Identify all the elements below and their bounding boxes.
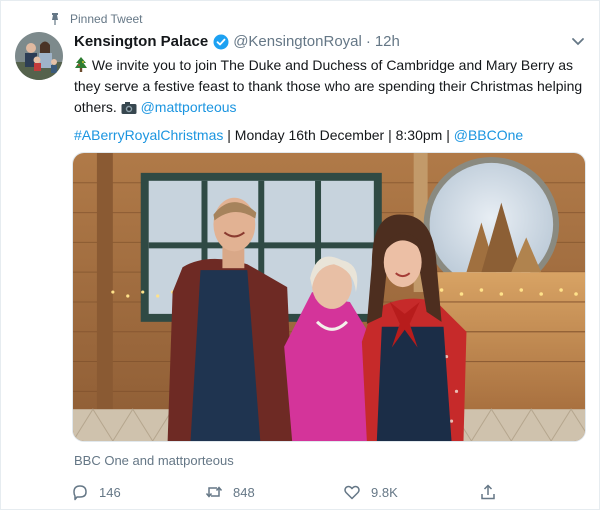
mention-link[interactable]: @mattporteous [141,99,237,115]
share-icon [481,484,495,500]
account-handle[interactable]: @KensingtonRoyal [233,33,362,50]
tweet-text: We invite you to join The Duke and Duche… [74,55,584,118]
tweet-card[interactable]: Pinned Tweet Kensington Palace @Kensingt… [0,0,600,510]
tree-emoji-icon [75,57,87,72]
retweet-button[interactable]: 848 [205,483,255,501]
like-count: 9.8K [371,484,398,500]
pinned-indicator: Pinned Tweet [50,12,143,26]
tweet-photo[interactable] [72,152,586,442]
channel-mention-link[interactable]: @BBCOne [454,127,523,143]
pinned-label: Pinned Tweet [70,12,143,26]
pin-icon [52,13,58,25]
share-button[interactable] [479,483,497,501]
verified-icon [213,34,229,49]
tweet-actions: 146 848 9.8K [71,483,501,503]
media-credit[interactable]: BBC One and mattporteous [74,453,234,468]
account-name[interactable]: Kensington Palace [74,33,208,50]
tweet-header: Kensington Palace @KensingtonRoyal · 12h [74,33,400,50]
camera-emoji-icon [121,102,137,114]
retweet-icon [205,486,223,498]
reply-icon [73,485,87,501]
separator-dot: · [365,33,371,50]
tweet-timestamp[interactable]: 12h [375,33,400,50]
tweet-hashtag-line: #ABerryRoyalChristmas | Monday 16th Dece… [74,125,523,146]
hashtag-link[interactable]: #ABerryRoyalChristmas [74,127,223,143]
schedule-text: | Monday 16th December | 8:30pm | [223,127,454,143]
like-icon [344,485,360,500]
photo-illustration [73,153,585,441]
retweet-count: 848 [233,484,255,500]
reply-count: 146 [99,484,121,500]
avatar[interactable] [15,32,63,80]
like-button[interactable]: 9.8K [343,483,398,501]
chevron-down-icon[interactable] [571,37,585,47]
reply-button[interactable]: 146 [71,483,121,501]
